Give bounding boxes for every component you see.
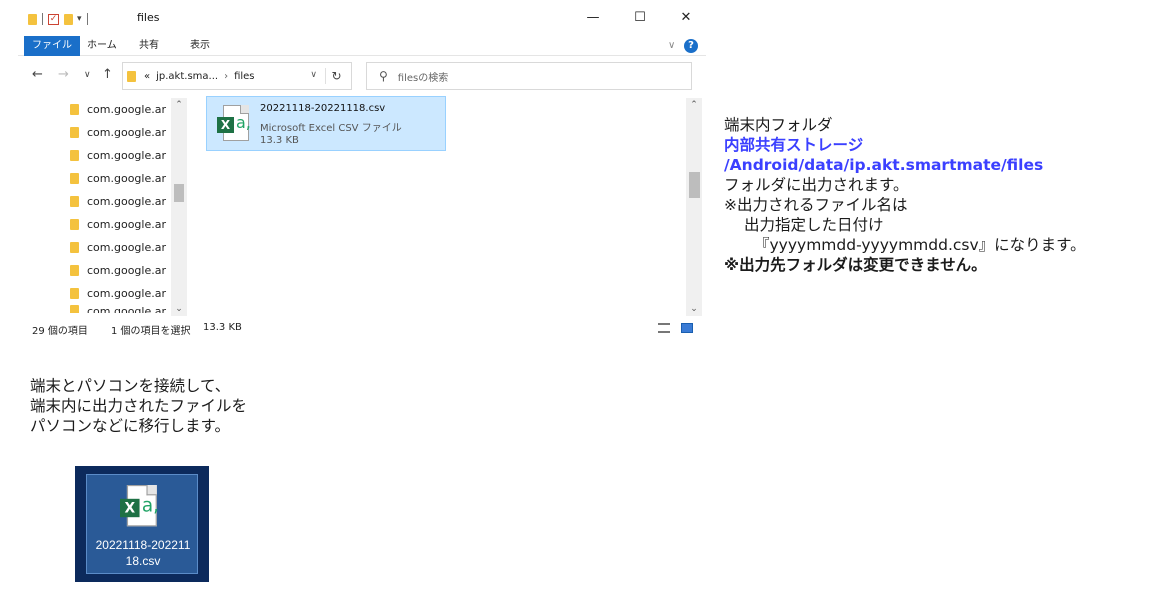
nav-folder-label: com.google.ar [87, 241, 166, 254]
desktop-background: X a, 20221118-202211 18.csv [75, 466, 209, 582]
navigation-pane-scrollbar[interactable]: ⌃ ⌄ [171, 98, 187, 316]
note-line: 端末内フォルダ [724, 116, 833, 134]
folder-icon [70, 196, 79, 207]
nav-folder-label: com.google.ar [87, 218, 166, 231]
nav-folder-label: com.google.ar [87, 264, 166, 277]
instruction-line: 端末内に出力されたファイルを [30, 397, 248, 415]
scroll-up-icon[interactable]: ⌃ [171, 100, 187, 110]
window-title: files [137, 11, 160, 24]
content-scrollbar[interactable]: ⌃ ⌄ [686, 98, 702, 316]
scroll-thumb[interactable] [689, 172, 700, 198]
instruction-line: パソコンなどに移行します。 [30, 417, 230, 435]
tab-view[interactable]: 表示 [190, 36, 210, 56]
nav-folder-label: com.google.ar [87, 126, 166, 139]
breadcrumb-item[interactable]: files [234, 71, 254, 82]
folder-icon [70, 288, 79, 299]
folder-icon [70, 127, 79, 138]
up-arrow-icon[interactable]: ↑ [102, 67, 113, 82]
scroll-down-icon[interactable]: ⌄ [686, 304, 702, 314]
folder-icon [127, 70, 136, 82]
storage-path-line: /Android/data/ip.akt.smartmate/files [724, 156, 1044, 174]
search-icon: ⚲ [379, 69, 388, 83]
maximize-button[interactable]: ☐ [625, 6, 655, 30]
output-folder-note: 端末内フォルダ 内部共有ストレージ /Android/data/ip.akt.s… [724, 115, 1086, 275]
note-line: 出力指定した日付け [744, 216, 884, 234]
transfer-instructions: 端末とパソコンを接続して、 端末内に出力されたファイルを パソコンなどに移行しま… [30, 376, 247, 436]
file-type: Microsoft Excel CSV ファイル [260, 123, 402, 134]
ribbon-tabs: ファイル ホーム 共有 表示 ∨ ? [18, 36, 706, 56]
file-size: 13.3 KB [260, 135, 299, 146]
warning-line: ※出力先フォルダは変更できません。 [724, 256, 987, 274]
refresh-icon[interactable]: ↻ [325, 68, 347, 84]
excel-csv-icon: X a, [120, 485, 159, 529]
file-name: 20221118-20221118.csv [260, 103, 386, 114]
file-explorer-window: ✓ ▾ files — ☐ ✕ ファイル ホーム 共有 表示 ∨ ? ← → ∨… [18, 0, 706, 340]
help-icon[interactable]: ? [684, 39, 698, 53]
minimize-button[interactable]: — [578, 6, 608, 30]
folder-icon [70, 173, 79, 184]
item-count: 29 個の項目 [32, 326, 88, 337]
folder-icon[interactable] [28, 13, 37, 25]
recent-locations-icon[interactable]: ∨ [84, 70, 91, 80]
navigation-bar: ← → ∨ ↑ « jp.akt.sma... › files ∨ ↻ ⚲ fi… [18, 57, 706, 95]
tab-home[interactable]: ホーム [87, 36, 117, 56]
selection-size: 13.3 KB [203, 322, 242, 333]
nav-folder-label: com.google.ar [87, 103, 166, 116]
excel-csv-icon: X a, [217, 105, 251, 143]
forward-arrow-icon[interactable]: → [58, 67, 69, 82]
note-line: 『yyyymmdd-yyyymmdd.csv』になります。 [754, 236, 1086, 254]
separator [42, 13, 43, 25]
separator [86, 13, 88, 25]
nav-folder-label: com.google.ar [87, 149, 166, 162]
file-item-selected[interactable]: X a, 20221118-20221118.csv Microsoft Exc… [206, 96, 446, 151]
note-line: ※出力されるファイル名は [724, 196, 908, 214]
nav-folder-label: com.google.ar [87, 287, 166, 300]
folder-icon [70, 265, 79, 276]
storage-path-line: 内部共有ストレージ [724, 136, 864, 154]
selection-count: 1 個の項目を選択 [111, 326, 191, 337]
tab-file[interactable]: ファイル [24, 36, 80, 56]
instruction-line: 端末とパソコンを接続して、 [30, 377, 231, 395]
title-bar: ✓ ▾ files — ☐ ✕ [18, 0, 706, 36]
folder-icon [70, 150, 79, 161]
scroll-thumb[interactable] [174, 184, 184, 202]
nav-folder-label: com.google.ar [87, 195, 166, 208]
new-folder-icon[interactable] [64, 13, 73, 25]
quick-access-toolbar: ✓ ▾ [28, 11, 93, 27]
desktop-file-label-line: 18.csv [125, 554, 161, 568]
back-arrow-icon[interactable]: ← [32, 67, 43, 82]
note-line: フォルダに出力されます。 [724, 176, 909, 194]
address-bar[interactable]: « jp.akt.sma... › files ∨ ↻ [122, 62, 352, 90]
folder-icon [70, 242, 79, 253]
desktop-file-label: 20221118-202211 18.csv [87, 537, 199, 569]
desktop-file-item[interactable]: X a, 20221118-202211 18.csv [86, 474, 198, 574]
status-bar: 29 個の項目 1 個の項目を選択 13.3 KB [18, 318, 706, 338]
scroll-down-icon[interactable]: ⌄ [171, 304, 187, 314]
ribbon-expand-icon[interactable]: ∨ [668, 40, 675, 51]
chevron-right-icon: › [224, 70, 229, 82]
folder-icon [70, 305, 79, 313]
search-placeholder: filesの検索 [397, 72, 449, 84]
details-view-icon[interactable] [658, 323, 670, 333]
search-box[interactable]: ⚲ filesの検索 [366, 62, 692, 90]
properties-icon[interactable]: ✓ [48, 13, 59, 25]
scroll-up-icon[interactable]: ⌃ [686, 100, 702, 110]
folder-icon [70, 219, 79, 230]
tab-share[interactable]: 共有 [139, 36, 159, 56]
customize-toolbar-icon[interactable]: ▾ [77, 14, 82, 24]
chevron-down-icon[interactable]: ∨ [310, 70, 317, 80]
folder-icon [70, 104, 79, 115]
desktop-file-label-line: 20221118-202211 [95, 538, 191, 552]
nav-folder-label: com.google.ar [87, 172, 166, 185]
nav-folder-label: com.google.ar [87, 305, 166, 313]
large-icons-view-icon[interactable] [681, 323, 693, 333]
breadcrumb-overflow[interactable]: « [144, 71, 150, 82]
breadcrumb-item[interactable]: jp.akt.sma... [156, 71, 218, 82]
close-button[interactable]: ✕ [671, 6, 701, 30]
